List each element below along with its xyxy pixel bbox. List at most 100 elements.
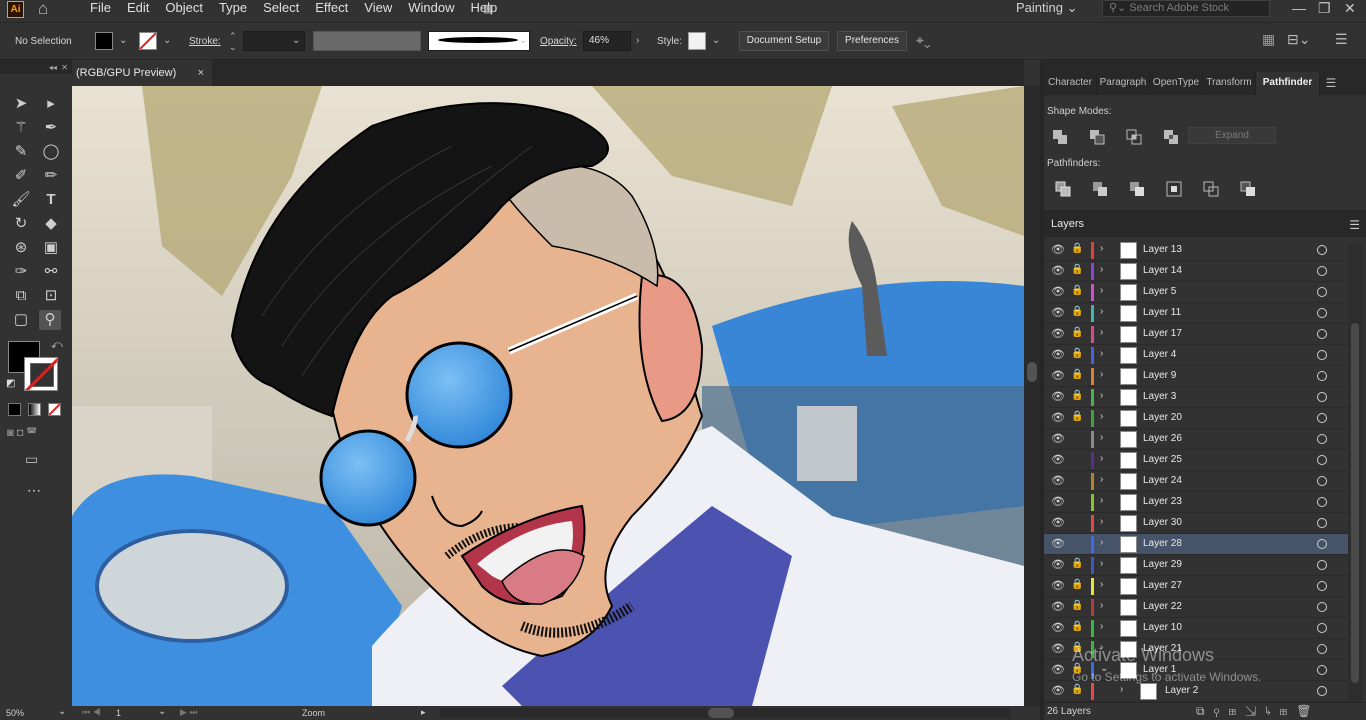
opacity-field[interactable]: 46% bbox=[583, 31, 631, 51]
expand-arrow-icon[interactable]: › bbox=[1100, 495, 1103, 506]
layer-name[interactable]: Layer 23 bbox=[1143, 496, 1182, 507]
visibility-eye-icon[interactable]: 👁 bbox=[1051, 600, 1065, 613]
tab-character[interactable]: Character bbox=[1044, 72, 1097, 95]
layer-row[interactable]: 👁 🔒 › Layer 9 bbox=[1044, 366, 1348, 387]
tab-opentype[interactable]: OpenType bbox=[1150, 72, 1203, 95]
puppet-warp-icon[interactable]: ⌖⌄ bbox=[916, 32, 931, 49]
menu-window[interactable]: Window bbox=[400, 0, 462, 16]
stroke-stepper-icon[interactable]: ⌃ ⌄ bbox=[229, 31, 237, 53]
opacity-label[interactable]: Opacity: bbox=[540, 36, 577, 47]
visibility-eye-icon[interactable]: 👁 bbox=[1051, 495, 1065, 508]
menu-view[interactable]: View bbox=[356, 0, 400, 16]
visibility-eye-icon[interactable]: 👁 bbox=[1051, 516, 1065, 529]
layer-name[interactable]: Layer 26 bbox=[1143, 433, 1182, 444]
canvas-scroll-thumb[interactable] bbox=[1027, 362, 1037, 382]
layer-row[interactable]: 👁 › Layer 25 bbox=[1044, 450, 1348, 471]
target-circle-icon[interactable] bbox=[1317, 602, 1327, 612]
exclude-icon[interactable] bbox=[1160, 127, 1182, 147]
target-circle-icon[interactable] bbox=[1317, 245, 1327, 255]
layer-name[interactable]: Layer 11 bbox=[1143, 307, 1181, 318]
stroke-swatch[interactable] bbox=[139, 32, 157, 50]
zoom-tool-icon[interactable]: ⚲ bbox=[39, 310, 61, 330]
rectangle-tool-icon[interactable]: ▢ bbox=[10, 310, 32, 330]
pencil-tool-icon[interactable]: ✏ bbox=[40, 166, 62, 186]
minimize-icon[interactable]: — bbox=[1292, 0, 1306, 16]
target-circle-icon[interactable] bbox=[1317, 686, 1327, 696]
layer-name[interactable]: Layer 20 bbox=[1143, 412, 1182, 423]
visibility-eye-icon[interactable]: 👁 bbox=[1051, 579, 1065, 592]
visibility-eye-icon[interactable]: 👁 bbox=[1051, 642, 1065, 655]
visibility-eye-icon[interactable]: 👁 bbox=[1051, 621, 1065, 634]
trim-icon[interactable] bbox=[1089, 179, 1111, 199]
visibility-eye-icon[interactable]: 👁 bbox=[1051, 684, 1065, 697]
target-circle-icon[interactable] bbox=[1317, 518, 1327, 528]
layer-row[interactable]: 👁 🔒 › Layer 17 bbox=[1044, 324, 1348, 345]
target-circle-icon[interactable] bbox=[1317, 287, 1327, 297]
restore-icon[interactable]: ❐ bbox=[1318, 0, 1331, 16]
visibility-eye-icon[interactable]: 👁 bbox=[1051, 264, 1065, 277]
transform-icon[interactable]: ⊟⌄ bbox=[1287, 31, 1310, 48]
layer-row[interactable]: 👁 🔒 › Layer 4 bbox=[1044, 345, 1348, 366]
shaper-tool-icon[interactable]: ✐ bbox=[10, 166, 32, 186]
layer-name[interactable]: Layer 17 bbox=[1143, 328, 1182, 339]
layer-row[interactable]: 👁 › Layer 23 bbox=[1044, 492, 1348, 513]
brush-definition[interactable] bbox=[428, 31, 530, 51]
last-artboard-icon[interactable]: ▶ ⏭ bbox=[180, 707, 198, 718]
expand-button[interactable]: Expand bbox=[1188, 127, 1276, 144]
layer-name[interactable]: Layer 2 bbox=[1165, 685, 1198, 696]
target-circle-icon[interactable] bbox=[1317, 623, 1327, 633]
expand-arrow-icon[interactable]: › bbox=[1100, 285, 1103, 296]
arrange-documents-icon[interactable]: ▦ ⌄ bbox=[483, 2, 505, 28]
drawing-modes-icon[interactable]: ◙ ◘ ◚ bbox=[7, 426, 65, 442]
artboard-tool-icon[interactable]: ⊡ bbox=[40, 286, 62, 306]
close-tab-icon[interactable]: × bbox=[198, 60, 204, 86]
expand-arrow-icon[interactable]: › bbox=[1100, 537, 1103, 548]
layers-scroll-thumb[interactable] bbox=[1351, 323, 1359, 683]
gradient-mode-icon[interactable] bbox=[28, 403, 41, 416]
menu-file[interactable]: File bbox=[82, 0, 119, 16]
width-tool-icon[interactable]: ⊛ bbox=[10, 238, 32, 258]
tab-paragraph[interactable]: Paragraph bbox=[1097, 72, 1150, 95]
visibility-eye-icon[interactable]: 👁 bbox=[1051, 537, 1065, 550]
lock-icon[interactable]: 🔒 bbox=[1071, 369, 1083, 380]
stroke-label[interactable]: Stroke: bbox=[189, 36, 221, 47]
lock-icon[interactable]: 🔒 bbox=[1071, 243, 1083, 254]
lock-icon[interactable]: 🔒 bbox=[1071, 306, 1083, 317]
workspace-switcher[interactable]: Painting ⌄ bbox=[1016, 0, 1078, 16]
target-circle-icon[interactable] bbox=[1317, 644, 1327, 654]
menu-edit[interactable]: Edit bbox=[119, 0, 157, 16]
tab-pathfinder[interactable]: Pathfinder bbox=[1256, 72, 1320, 95]
merge-icon[interactable] bbox=[1126, 179, 1148, 199]
visibility-eye-icon[interactable]: 👁 bbox=[1051, 411, 1065, 424]
lock-icon[interactable]: 🔒 bbox=[1071, 621, 1083, 632]
expand-arrow-icon[interactable]: › bbox=[1100, 411, 1103, 422]
magic-wand-tool-icon[interactable]: ⚚ bbox=[10, 118, 32, 138]
layer-row[interactable]: 👁 🔒 › Layer 29 bbox=[1044, 555, 1348, 576]
menu-object[interactable]: Object bbox=[157, 0, 211, 16]
target-circle-icon[interactable] bbox=[1317, 329, 1327, 339]
graphic-style-swatch[interactable] bbox=[688, 32, 706, 50]
expand-arrow-icon[interactable]: › bbox=[1100, 516, 1103, 527]
visibility-eye-icon[interactable]: 👁 bbox=[1051, 348, 1065, 361]
layer-row[interactable]: 👁 🔒 › Layer 5 bbox=[1044, 282, 1348, 303]
edit-toolbar-icon[interactable]: ⋯ bbox=[27, 482, 41, 499]
menu-effect[interactable]: Effect bbox=[307, 0, 356, 16]
opacity-arrow-icon[interactable]: › bbox=[636, 35, 639, 46]
blend-tool-icon[interactable]: ⚯ bbox=[40, 262, 62, 282]
layer-name[interactable]: Layer 9 bbox=[1143, 370, 1176, 381]
expand-arrow-icon[interactable]: › bbox=[1100, 558, 1103, 569]
home-icon[interactable]: ⌂ bbox=[38, 0, 60, 18]
expand-arrow-icon[interactable]: › bbox=[1120, 684, 1123, 695]
close-icon[interactable]: ✕ bbox=[1344, 0, 1356, 16]
expand-arrow-icon[interactable]: › bbox=[1100, 327, 1103, 338]
canvas-vertical-scrollbar[interactable] bbox=[1024, 86, 1040, 706]
target-circle-icon[interactable] bbox=[1317, 308, 1327, 318]
lock-icon[interactable]: 🔒 bbox=[1071, 600, 1083, 611]
none-mode-icon[interactable] bbox=[48, 403, 61, 416]
tab-transform[interactable]: Transform bbox=[1203, 72, 1256, 95]
adobe-stock-search[interactable]: ⚲⌄ Search Adobe Stock bbox=[1102, 0, 1270, 17]
selection-tool-icon[interactable]: ➤ bbox=[10, 94, 32, 114]
target-circle-icon[interactable] bbox=[1317, 434, 1327, 444]
visibility-eye-icon[interactable]: 👁 bbox=[1051, 453, 1065, 466]
visibility-eye-icon[interactable]: 👁 bbox=[1051, 474, 1065, 487]
